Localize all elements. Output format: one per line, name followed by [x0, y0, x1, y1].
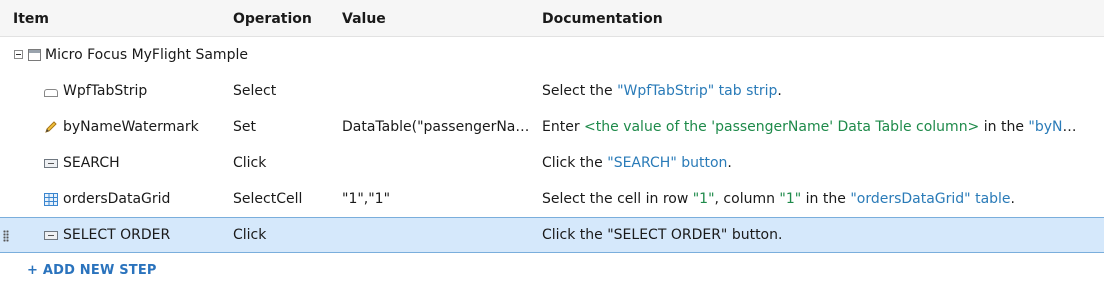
doc-text: in the	[979, 119, 1029, 135]
step-item: ordersDataGrid	[44, 191, 224, 207]
step-documentation: Click the "SELECT ORDER" button.	[542, 227, 783, 243]
button-icon	[44, 230, 58, 240]
doc-identifier: "ordersDataGrid" table	[850, 191, 1011, 207]
step-operation[interactable]: Click	[233, 155, 333, 171]
step-value[interactable]: "1","1"	[342, 191, 538, 207]
doc-text: .	[727, 155, 732, 171]
column-header-documentation[interactable]: Documentation	[542, 11, 663, 27]
column-header-value[interactable]: Value	[342, 11, 386, 27]
step-item-label: SELECT ORDER	[63, 227, 171, 243]
table-row-selected[interactable]: SELECT ORDER Click Click the "SELECT ORD…	[0, 217, 1104, 253]
add-new-step-button[interactable]: + ADD NEW STEP	[27, 263, 157, 278]
doc-parameter: "1"	[692, 191, 715, 207]
step-operation[interactable]: Select	[233, 83, 333, 99]
step-documentation: Click the "SEARCH" button.	[542, 155, 1077, 171]
step-item: SEARCH	[44, 155, 224, 171]
pencil-icon	[44, 120, 58, 134]
doc-text: Select the	[542, 83, 618, 99]
tab-strip-icon	[44, 88, 58, 97]
doc-identifier: "byNa…	[1028, 119, 1077, 135]
step-documentation: Select the "WpfTabStrip" tab strip.	[542, 83, 1077, 99]
step-value[interactable]: DataTable("passengerNam…	[342, 119, 538, 135]
grid-header: Item Operation Value Documentation	[0, 0, 1104, 37]
doc-parameter: <the value of the 'passengerName' Data T…	[584, 119, 980, 135]
doc-parameter: "1"	[779, 191, 802, 207]
root-item: Micro Focus MyFlight Sample	[28, 47, 248, 63]
step-item-label: byNameWatermark	[63, 119, 199, 135]
drag-handle-icon[interactable]	[3, 230, 9, 242]
step-operation[interactable]: SelectCell	[233, 191, 333, 207]
step-documentation: Select the cell in row "1", column "1" i…	[542, 191, 1077, 207]
doc-identifier: "WpfTabStrip" tab strip	[617, 83, 778, 99]
step-operation[interactable]: Set	[233, 119, 333, 135]
step-item: byNameWatermark	[44, 119, 224, 135]
table-row[interactable]: WpfTabStrip Select Select the "WpfTabStr…	[0, 73, 1104, 110]
step-operation[interactable]: Click	[233, 227, 333, 243]
collapse-toggle[interactable]	[14, 50, 23, 59]
doc-text: .	[1010, 191, 1015, 207]
doc-text: Enter	[542, 119, 585, 135]
root-label: Micro Focus MyFlight Sample	[45, 47, 248, 63]
doc-text: in the	[801, 191, 851, 207]
step-item-label: SEARCH	[63, 155, 120, 171]
window-icon	[28, 49, 41, 61]
doc-text: , column	[714, 191, 780, 207]
doc-text: Click the	[542, 155, 608, 171]
table-row[interactable]: byNameWatermark Set DataTable("passenger…	[0, 109, 1104, 146]
doc-text: Select the cell in row	[542, 191, 693, 207]
button-icon	[44, 158, 58, 168]
column-header-operation[interactable]: Operation	[233, 11, 312, 27]
table-row[interactable]: ordersDataGrid SelectCell "1","1" Select…	[0, 181, 1104, 218]
doc-identifier: "SEARCH" button	[607, 155, 728, 171]
root-row[interactable]: Micro Focus MyFlight Sample	[0, 37, 1104, 73]
step-item-label: WpfTabStrip	[63, 83, 148, 99]
step-item: SELECT ORDER	[44, 227, 224, 243]
step-documentation: Enter <the value of the 'passengerName' …	[542, 119, 1077, 135]
table-row[interactable]: SEARCH Click Click the "SEARCH" button.	[0, 145, 1104, 182]
grid-icon	[44, 192, 58, 206]
column-header-item[interactable]: Item	[13, 11, 49, 27]
doc-text: .	[777, 83, 782, 99]
step-item: WpfTabStrip	[44, 83, 224, 99]
step-item-label: ordersDataGrid	[63, 191, 171, 207]
